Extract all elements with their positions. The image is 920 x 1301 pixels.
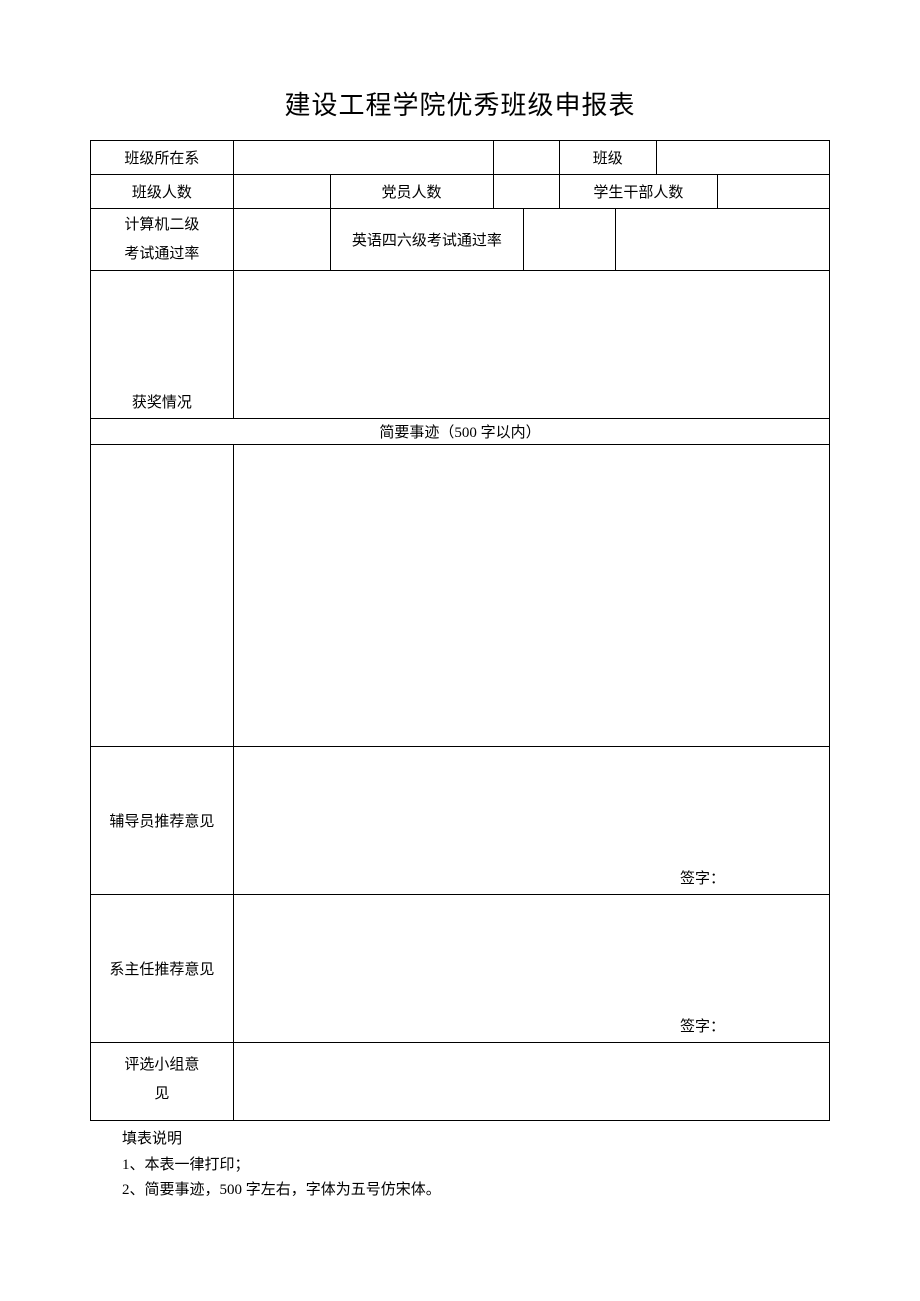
label-group-opinion: 评选小组意 见	[91, 1043, 234, 1121]
label-class: 班级	[559, 141, 656, 175]
value-english-pass-extra[interactable]	[615, 209, 829, 271]
label-computer-pass-line2: 考试通过率	[124, 246, 199, 262]
footer-heading: 填表说明	[122, 1127, 830, 1153]
label-brief-deeds: 简要事迹（500 字以内）	[91, 419, 830, 445]
label-computer-pass-line1: 计算机二级	[124, 217, 199, 233]
label-award-status: 获奖情况	[91, 271, 234, 419]
value-dept-head-opinion[interactable]: 签字：	[233, 895, 829, 1043]
label-english-pass: 英语四六级考试通过率	[330, 209, 524, 271]
footer-notes: 填表说明 1、本表一律打印； 2、简要事迹，500 字左右，字体为五号仿宋体。	[90, 1127, 830, 1204]
label-class-size: 班级人数	[91, 175, 234, 209]
deeds-left-cell	[91, 445, 234, 747]
value-class-size[interactable]	[233, 175, 330, 209]
value-counselor-opinion[interactable]: 签字：	[233, 747, 829, 895]
value-department[interactable]	[233, 141, 493, 175]
label-group-opinion-line1: 评选小组意	[124, 1057, 199, 1073]
value-group-opinion[interactable]	[233, 1043, 829, 1121]
label-counselor-opinion: 辅导员推荐意见	[91, 747, 234, 895]
label-dept-head-opinion: 系主任推荐意见	[91, 895, 234, 1043]
page-title: 建设工程学院优秀班级申报表	[90, 85, 830, 122]
value-brief-deeds[interactable]	[233, 445, 829, 747]
label-computer-pass: 计算机二级 考试通过率	[91, 209, 234, 271]
label-party-members: 党员人数	[330, 175, 493, 209]
dept-head-signature-label: 签字：	[680, 1015, 725, 1036]
label-group-opinion-line2: 见	[154, 1086, 169, 1102]
counselor-signature-label: 签字：	[680, 867, 725, 888]
value-party-members[interactable]	[493, 175, 559, 209]
value-english-pass[interactable]	[524, 209, 616, 271]
label-student-cadres: 学生干部人数	[559, 175, 717, 209]
label-department: 班级所在系	[91, 141, 234, 175]
value-class[interactable]	[656, 141, 829, 175]
footer-note2: 2、简要事迹，500 字左右，字体为五号仿宋体。	[122, 1178, 830, 1204]
value-student-cadres[interactable]	[717, 175, 829, 209]
value-grade[interactable]	[493, 141, 559, 175]
value-computer-pass[interactable]	[233, 209, 330, 271]
application-form-table: 班级所在系 班级 班级人数 党员人数 学生干部人数 计算机二级 考试通过率 英语…	[90, 140, 830, 1121]
value-award-status[interactable]	[233, 271, 829, 419]
footer-note1: 1、本表一律打印；	[122, 1153, 830, 1179]
